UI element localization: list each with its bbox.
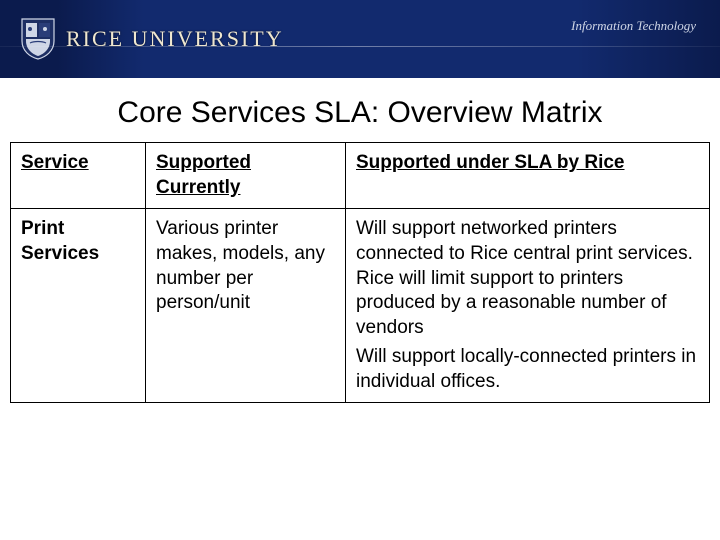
slide: RICE UNIVERSITY Information Technology C… <box>0 0 720 540</box>
logo: RICE UNIVERSITY <box>20 17 284 61</box>
shield-icon <box>20 17 56 61</box>
table-row: Print Services Various printer makes, mo… <box>11 209 710 403</box>
sla-table: Service Supported Currently Supported un… <box>10 142 710 403</box>
header-supported: Supported Currently <box>146 143 346 209</box>
cell-supported: Various printer makes, models, any numbe… <box>146 209 346 403</box>
sla-paragraph-1: Will support networked printers connecte… <box>356 218 693 338</box>
table-header-row: Service Supported Currently Supported un… <box>11 143 710 209</box>
header-divider <box>0 46 720 47</box>
header-band: RICE UNIVERSITY Information Technology <box>0 0 720 78</box>
header-sla: Supported under SLA by Rice <box>346 143 710 209</box>
page-title: Core Services SLA: Overview Matrix <box>0 96 720 130</box>
header-service: Service <box>11 143 146 209</box>
sla-paragraph-2: Will support locally-connected printers … <box>356 346 696 392</box>
cell-sla: Will support networked printers connecte… <box>346 209 710 403</box>
paragraph-gap <box>356 341 699 345</box>
university-name: RICE UNIVERSITY <box>66 26 284 52</box>
it-label: Information Technology <box>571 18 696 34</box>
cell-service: Print Services <box>11 209 146 403</box>
